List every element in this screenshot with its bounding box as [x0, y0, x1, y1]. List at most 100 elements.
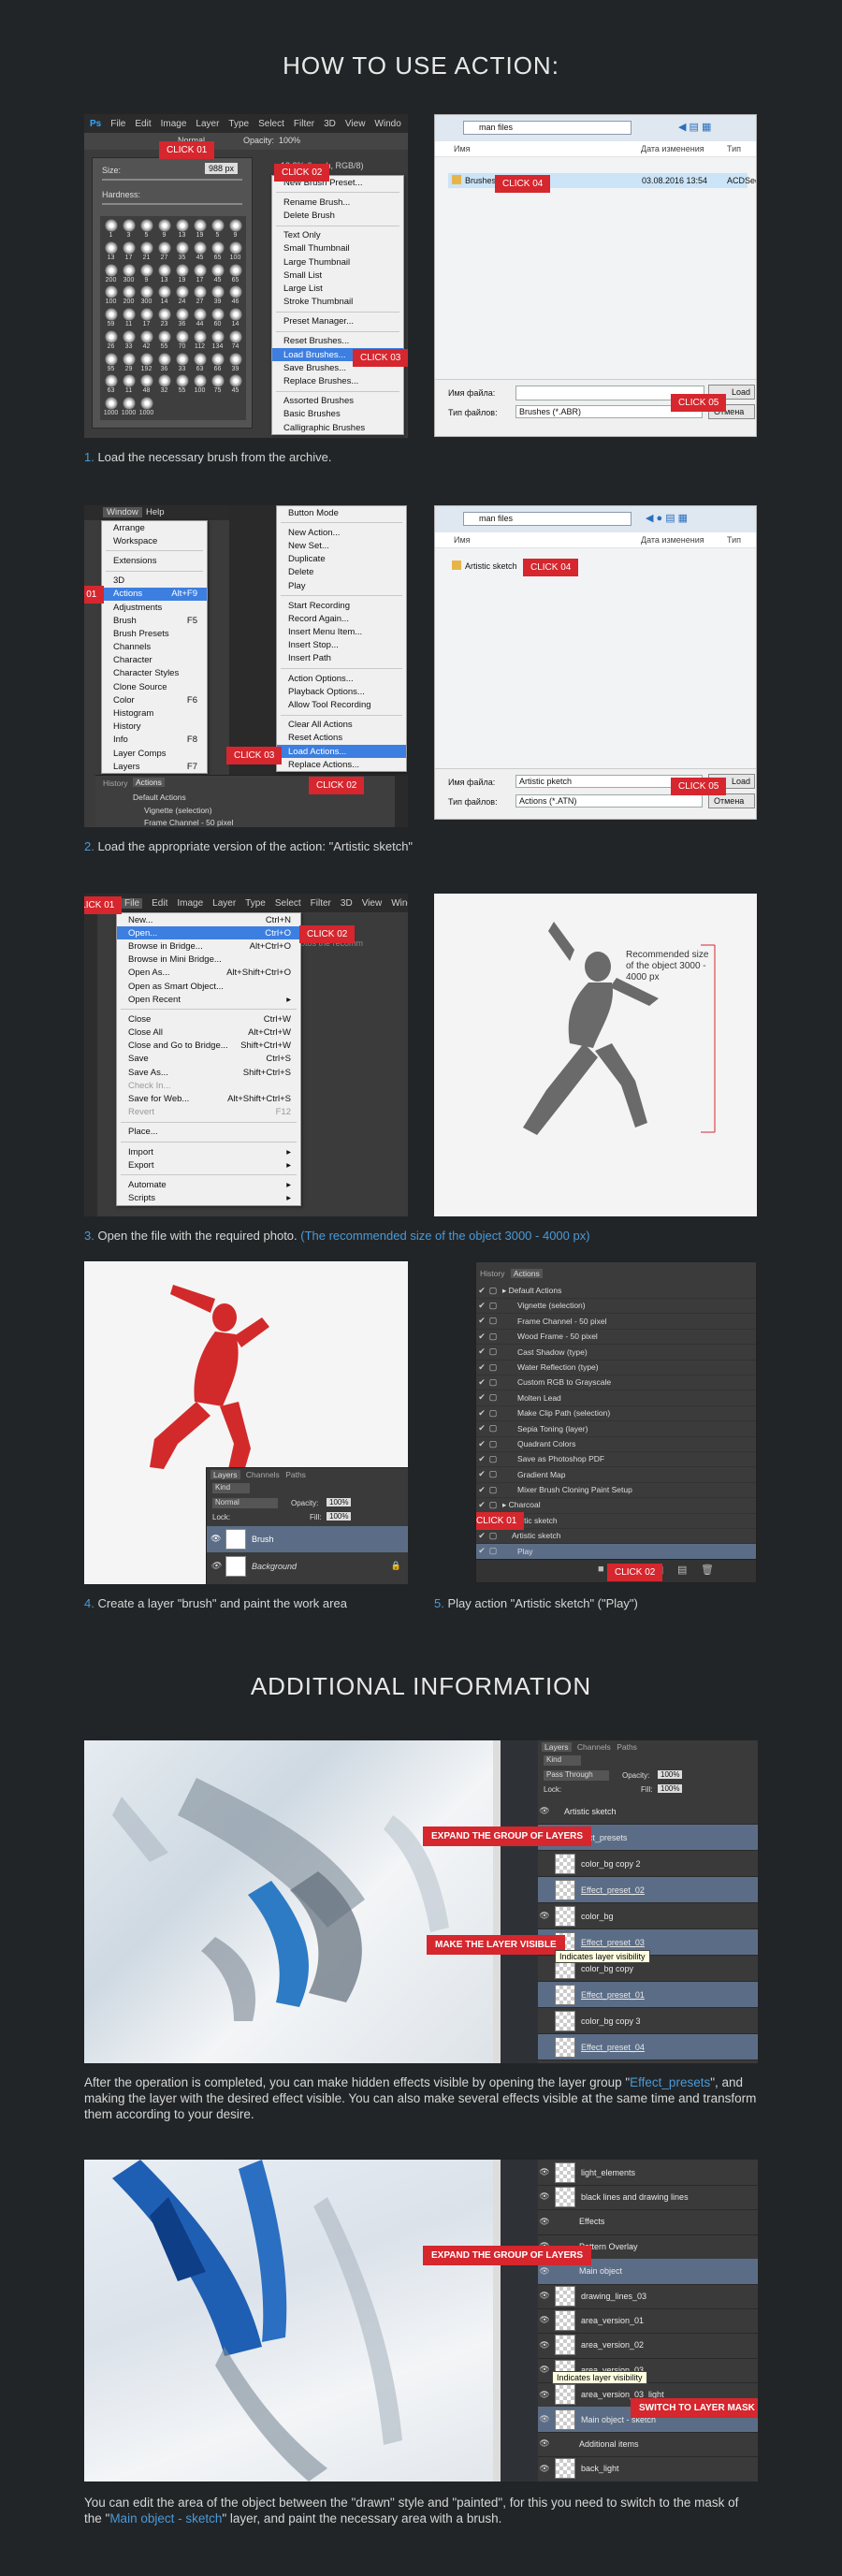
check-icon[interactable]: ✔ [476, 1546, 487, 1556]
dialog-toggle-icon[interactable]: ▢ [487, 1469, 499, 1479]
brush-preset[interactable]: 42 [138, 329, 154, 351]
menu-view[interactable]: View [362, 898, 383, 909]
action-row[interactable]: ✔ ▢ Frame Channel - 50 pixel [476, 1314, 756, 1330]
opacity-input[interactable]: 100% [658, 1770, 683, 1779]
dialog-toggle-icon[interactable]: ▢ [487, 1377, 499, 1388]
menu-item[interactable]: Extensions [102, 554, 207, 567]
eye-icon[interactable]: 👁 [538, 2266, 551, 2277]
layer-row[interactable]: color_bg copy 3 [538, 2008, 758, 2034]
brush-preset[interactable]: 33 [174, 352, 190, 373]
brush-preset[interactable]: 11 [121, 308, 137, 328]
action-row[interactable]: ✔ ▢ Vignette (selection) [476, 1298, 756, 1315]
brush-preset[interactable]: 39 [210, 285, 225, 306]
action-row[interactable]: ✔ ▢ Gradient Map [476, 1467, 756, 1483]
brush-preset[interactable]: 75 [210, 374, 225, 395]
brush-preset[interactable]: 26 [103, 329, 119, 351]
brush-preset[interactable]: 3 [121, 219, 137, 240]
brush-preset[interactable]: 24 [174, 285, 190, 306]
eye-icon[interactable]: 👁 [210, 1561, 221, 1571]
tab-actions[interactable]: Actions [133, 778, 165, 787]
menu-item[interactable]: Character Styles [102, 667, 207, 680]
layer-row[interactable]: 👁 Additional items [538, 2431, 758, 2458]
dialog-toggle-icon[interactable]: ▢ [487, 1531, 499, 1541]
menu-filter[interactable]: Filter [294, 119, 314, 129]
eye-icon[interactable]: 👁 [538, 2464, 551, 2474]
layer-row[interactable]: Effect_preset_01 [538, 1982, 758, 2008]
layer-row[interactable]: color_bg copy 2 [538, 1851, 758, 1877]
hardness-slider[interactable] [102, 203, 242, 205]
menu-item[interactable]: Scripts ▸ [117, 1192, 300, 1205]
menu-help[interactable]: Help [146, 507, 165, 517]
size-input[interactable]: 988 px [205, 163, 239, 174]
check-icon[interactable]: ✔ [476, 1346, 487, 1357]
menu-item[interactable]: Save for Web... Alt+Shift+Ctrl+S [117, 1092, 300, 1105]
check-icon[interactable]: ✔ [476, 1408, 487, 1419]
dialog-toggle-icon[interactable]: ▢ [487, 1485, 499, 1495]
menu-item[interactable]: Channels [102, 641, 207, 654]
check-icon[interactable]: ✔ [476, 1485, 487, 1495]
brush-preset[interactable]: 70 [174, 329, 190, 351]
menu-item[interactable]: Start Recording [277, 599, 406, 612]
brush-preset[interactable]: 11 [121, 374, 137, 395]
action-row[interactable]: ✔ ▢ Water Reflection (type) [476, 1360, 756, 1375]
check-icon[interactable]: ✔ [476, 1439, 487, 1449]
menu-item[interactable]: Color F6 [102, 693, 207, 706]
brush-preset[interactable]: 134 [210, 329, 225, 351]
nav-icons[interactable]: ◀ ● ▤ ▦ [646, 512, 688, 524]
new-action-icon[interactable]: ▤ [677, 1564, 687, 1576]
menu-item[interactable]: Small List [272, 269, 403, 282]
dialog-toggle-icon[interactable]: ▢ [487, 1439, 499, 1449]
brush-preset[interactable]: 13 [174, 219, 190, 240]
menu-type[interactable]: Type [245, 898, 266, 909]
menu-item[interactable]: Character [102, 654, 207, 667]
size-slider[interactable] [102, 179, 242, 181]
menu-type[interactable]: Type [228, 119, 249, 129]
col-date[interactable]: Дата изменения [641, 144, 704, 153]
brush-preset[interactable]: 63 [103, 374, 119, 395]
check-icon[interactable]: ✔ [476, 1423, 487, 1434]
action-row[interactable]: ✔ ▢ Artistic sketch [476, 1528, 756, 1545]
menu-item[interactable]: Record Again... [277, 612, 406, 625]
eye-icon[interactable]: 👁 [210, 1534, 221, 1544]
action-row[interactable]: ✔ ▢ Wood Frame - 50 pixel [476, 1329, 756, 1346]
menu-edit[interactable]: Edit [152, 898, 167, 909]
col-type[interactable]: Тип [727, 144, 741, 153]
brush-preset[interactable]: 200 [121, 285, 137, 306]
eye-icon[interactable]: 👁 [538, 2291, 551, 2301]
brush-preset[interactable]: 9 [138, 263, 154, 284]
col-name[interactable]: Имя [454, 144, 471, 153]
fill-input[interactable]: 100% [658, 1784, 683, 1793]
check-icon[interactable]: ✔ [476, 1531, 487, 1541]
brush-preset[interactable]: 1000 [138, 397, 154, 417]
check-icon[interactable]: ✔ [476, 1332, 487, 1342]
menu-item[interactable]: Place... [117, 1126, 300, 1139]
menu-item[interactable]: Brush F5 [102, 614, 207, 627]
tab-history[interactable]: History [103, 779, 127, 788]
nav-icons[interactable]: ◀ ▤ ▦ [678, 121, 711, 133]
dialog-toggle-icon[interactable]: ▢ [487, 1392, 499, 1403]
opacity-input[interactable]: 100% [327, 1498, 352, 1506]
brush-preset[interactable]: 300 [121, 263, 137, 284]
menu-item[interactable]: Reset Brushes... [272, 335, 403, 348]
eye-icon[interactable]: 👁 [538, 2217, 551, 2227]
menu-filter[interactable]: Filter [311, 898, 331, 909]
check-icon[interactable]: ✔ [476, 1362, 487, 1373]
brush-preset[interactable]: 59 [103, 308, 119, 328]
menu-item[interactable]: Basic Brushes [272, 408, 403, 421]
col-type[interactable]: Тип [727, 535, 741, 545]
menu-item[interactable]: Close All Alt+Ctrl+W [117, 1026, 300, 1040]
check-icon[interactable]: ✔ [476, 1454, 487, 1464]
menu-item[interactable]: Automate ▸ [117, 1178, 300, 1191]
brush-preset[interactable]: 66 [210, 352, 225, 373]
layer-row-brush[interactable]: 👁 Brush [207, 1526, 408, 1552]
menu-item[interactable]: Clear All Actions [277, 719, 406, 732]
eye-icon[interactable]: 👁 [538, 2414, 551, 2424]
menu-item[interactable]: Save Ctrl+S [117, 1053, 300, 1066]
menu-item[interactable]: Arrange [102, 521, 207, 534]
menu-item[interactable]: Workspace [102, 534, 207, 547]
brush-preset[interactable]: 1000 [103, 397, 119, 417]
dialog-toggle-icon[interactable]: ▢ [487, 1301, 499, 1311]
layer-row-background[interactable]: 👁 Background 🔒 [207, 1553, 408, 1579]
menu-item[interactable]: Adjustments [102, 601, 207, 614]
tab-channels[interactable]: Channels [577, 1742, 611, 1752]
